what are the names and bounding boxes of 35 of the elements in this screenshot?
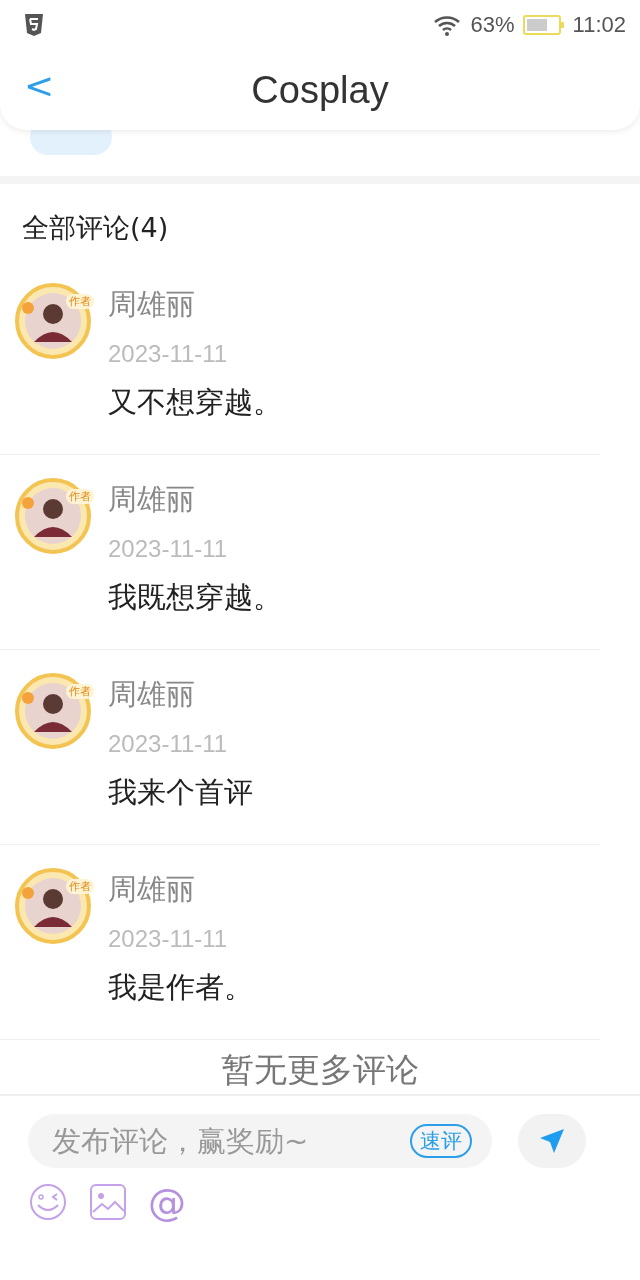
battery-percent: 63% <box>470 12 515 38</box>
image-icon[interactable] <box>88 1182 128 1222</box>
comment-text: 我是作者。 <box>108 969 253 1006</box>
commenter-name: 周雄丽 <box>108 676 196 713</box>
comment-field[interactable]: 发布评论，赢奖励~ 速评 <box>28 1114 492 1168</box>
clock-time: 11:02 <box>572 12 626 38</box>
back-button[interactable]: < <box>18 68 61 104</box>
emoji-icon[interactable] <box>28 1182 68 1222</box>
comment-date: 2023-11-11 <box>108 534 229 564</box>
page-title: Cosplay <box>251 68 389 112</box>
commenter-name: 周雄丽 <box>108 286 196 323</box>
author-badge: 作者 <box>66 489 94 504</box>
comments-heading: 全部评论(4) <box>21 211 170 245</box>
comment-text: 又不想穿越。 <box>108 384 282 421</box>
comment-text: 我既想穿越。 <box>108 579 282 616</box>
avatar-icon <box>14 867 92 945</box>
author-badge: 作者 <box>66 294 94 309</box>
author-badge: 作者 <box>66 879 94 894</box>
send-button[interactable] <box>518 1114 586 1168</box>
end-note: 暂无更多评论 <box>220 1049 420 1091</box>
comment-date: 2023-11-11 <box>108 924 229 954</box>
avatar-icon <box>14 477 92 555</box>
comment-date: 2023-11-11 <box>108 339 229 369</box>
comment-date: 2023-11-11 <box>108 729 229 759</box>
mention-button[interactable]: @ <box>148 1183 186 1221</box>
html5-icon <box>24 14 44 36</box>
battery-icon <box>522 14 565 36</box>
author-badge: 作者 <box>66 684 94 699</box>
comment-text: 我来个首评 <box>108 774 253 811</box>
avatar-icon <box>14 282 92 360</box>
commenter-name: 周雄丽 <box>108 481 196 518</box>
quick-comment-button[interactable]: 速评 <box>410 1124 472 1158</box>
commenter-name: 周雄丽 <box>108 871 196 908</box>
send-icon <box>538 1127 566 1155</box>
avatar-icon <box>14 672 92 750</box>
